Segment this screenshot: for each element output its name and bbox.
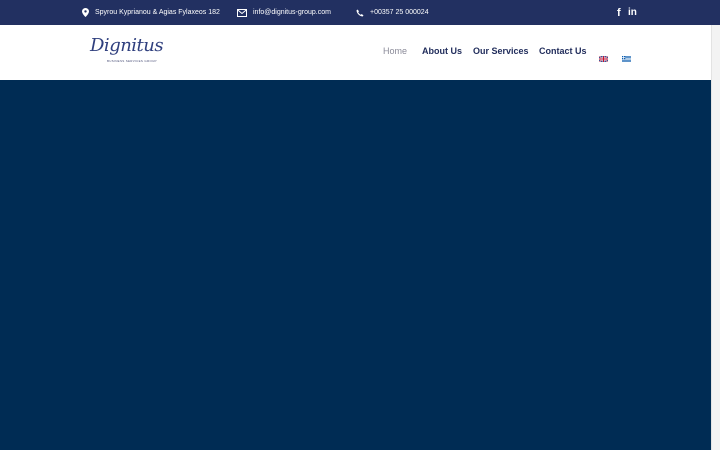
- facebook-icon[interactable]: f: [617, 0, 621, 25]
- nav-home[interactable]: Home: [383, 46, 407, 56]
- address-item: Spyrou Kyprianou & Agias Fylaxeos 182: [82, 0, 220, 25]
- top-contact-bar: Spyrou Kyprianou & Agias Fylaxeos 182 in…: [0, 0, 720, 25]
- english-flag-icon[interactable]: [598, 49, 609, 63]
- mail-icon: [237, 8, 247, 17]
- address-text: Spyrou Kyprianou & Agias Fylaxeos 182: [95, 9, 220, 16]
- main-nav: Home About Us Our Services Contact Us: [0, 25, 711, 80]
- phone-item[interactable]: +00357 25 000024: [356, 0, 429, 25]
- location-pin-icon: [82, 8, 89, 17]
- page-scrollbar[interactable]: [711, 25, 720, 450]
- nav-contact-us[interactable]: Contact Us: [539, 46, 587, 56]
- email-link[interactable]: info@dignitus-group.com: [253, 9, 331, 16]
- email-item[interactable]: info@dignitus-group.com: [237, 0, 331, 25]
- nav-our-services[interactable]: Our Services: [473, 46, 529, 56]
- nav-about-us[interactable]: About Us: [422, 46, 462, 56]
- hero-banner: [0, 80, 711, 450]
- linkedin-icon[interactable]: in: [628, 0, 637, 25]
- greek-flag-icon[interactable]: [622, 49, 631, 62]
- phone-icon: [356, 9, 364, 17]
- phone-link[interactable]: +00357 25 000024: [370, 9, 429, 16]
